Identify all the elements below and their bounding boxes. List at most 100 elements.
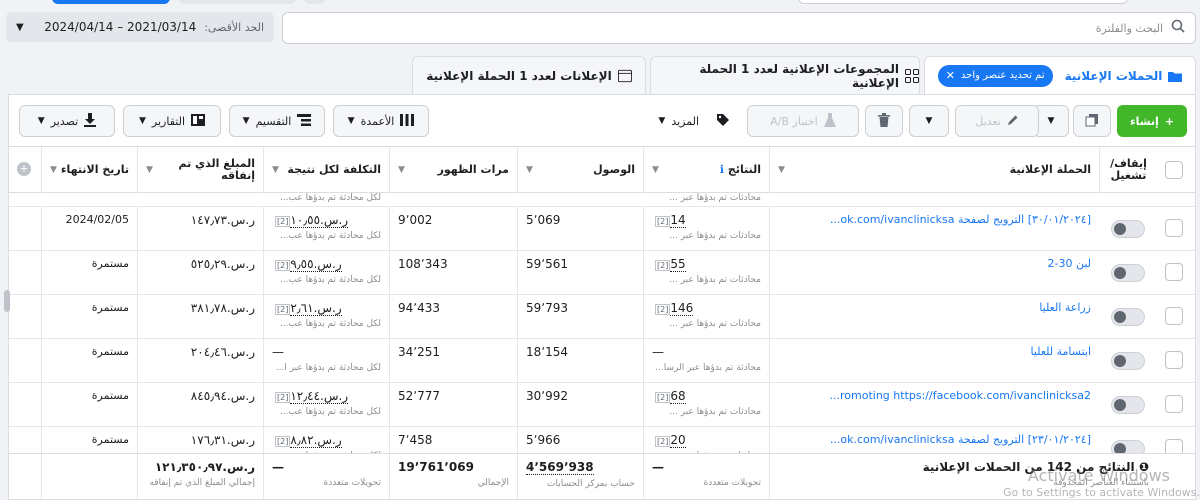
- tag-button[interactable]: [703, 105, 743, 137]
- edit-menu-button[interactable]: ▼: [909, 105, 949, 137]
- cost-cell: [2] ر.س.١٠٫٥٥ لكل محادثة تم بدؤها عب...: [263, 207, 389, 251]
- attribution-badge: [2]: [275, 216, 291, 227]
- horizontal-scrollbar-thumb[interactable]: [4, 290, 10, 312]
- campaign-cell[interactable]: لبن 30-2: [769, 251, 1099, 295]
- edit-button[interactable]: تعديل: [955, 105, 1039, 137]
- column-header-toggle-label: إيقاف/ تشغيل: [1110, 157, 1147, 182]
- table-row[interactable]: ابتسامة للعليا — محادثة تم بدؤها عبر الرسا…: [9, 339, 1195, 383]
- campaign-toggle[interactable]: [1111, 396, 1145, 414]
- table-row[interactable]: romoting https://facebook.com/ivanclinic…: [9, 383, 1195, 427]
- select-all-checkbox[interactable]: [1165, 161, 1183, 179]
- campaign-cell[interactable]: ابتسامة للعليا: [769, 339, 1099, 383]
- spent-value: ر.س.٢٠٤٫٤٦: [190, 345, 255, 359]
- reach-cell: 5٬069: [517, 207, 643, 251]
- create-label: إنشاء: [1129, 114, 1159, 128]
- sort-icon: ▼: [526, 165, 533, 175]
- campaign-name-link[interactable]: ابتسامة للعليا: [778, 345, 1092, 358]
- campaign-name-link[interactable]: لبن 30-2: [778, 257, 1091, 270]
- selection-chip[interactable]: تم تحديد عنصر واحد ✕: [937, 64, 1053, 87]
- search-icon: [1171, 19, 1185, 37]
- ab-test-button[interactable]: اختبار A/B: [747, 105, 859, 137]
- campaign-cell[interactable]: romoting https://facebook.com/ivanclinic…: [769, 383, 1099, 427]
- campaign-name-link[interactable]: [٢٣/٠١/٢٠٢٤] الترويج لصفحة ok.com/ivancl…: [778, 433, 1091, 446]
- campaign-cell[interactable]: زراعة العليا: [769, 295, 1099, 339]
- add-column-icon[interactable]: +: [17, 162, 31, 176]
- table-row[interactable]: [٣٠/٠١/٢٠٢٤] الترويج لصفحة ok.com/ivancl…: [9, 207, 1195, 251]
- campaign-name-link[interactable]: [٣٠/٠١/٢٠٢٤] الترويج لصفحة ok.com/ivancl…: [778, 213, 1091, 226]
- campaign-name-link[interactable]: romoting https://facebook.com/ivanclinic…: [778, 389, 1092, 402]
- campaign-toggle[interactable]: [1111, 220, 1145, 238]
- reports-label: التقارير: [151, 114, 186, 128]
- close-icon[interactable]: ✕: [946, 69, 955, 82]
- campaign-cell[interactable]: [٣٠/٠١/٢٠٢٤] الترويج لصفحة ok.com/ivancl…: [769, 207, 1099, 251]
- date-range-picker[interactable]: الحد الأقصى: 2024/04/14 – 2021/03/14 ▼: [6, 12, 274, 42]
- column-header-toggle[interactable]: إيقاف/ تشغيل: [1099, 147, 1157, 193]
- columns-label: الأعمدة: [360, 114, 395, 128]
- top-strip-button[interactable]: [304, 0, 326, 4]
- top-strip-button[interactable]: [178, 0, 296, 4]
- windows-watermark: Activate Windows: [1027, 466, 1170, 485]
- column-header-end-date[interactable]: تاريخ الانتهاء ▼: [41, 147, 137, 193]
- table-row[interactable]: زراعة العليا [2] 146 محادثات تم بدؤها عبر .…: [9, 295, 1195, 339]
- cost-subtext: لكل محادثة تم بدؤها عب...: [279, 231, 381, 241]
- duplicate-button[interactable]: [1073, 105, 1111, 137]
- more-label: المزيد: [671, 114, 699, 128]
- export-button[interactable]: تصدير ▼: [19, 105, 115, 137]
- level-tabs: الحملات الإعلانية تم تحديد عنصر واحد ✕ ا…: [0, 56, 1200, 94]
- sort-icon: ▼: [398, 165, 405, 175]
- column-header-reach[interactable]: الوصول ▼: [517, 147, 643, 193]
- duplicate-icon: [1085, 113, 1099, 130]
- tab-adsets[interactable]: المجموعات الإعلانية لعدد 1 الحملة الإعلا…: [650, 56, 920, 94]
- cost-value: ر.س.٢٫٦١: [290, 301, 342, 316]
- cost-value: ر.س.١٠٫٥٥: [290, 213, 349, 228]
- row-checkbox[interactable]: [1165, 351, 1183, 369]
- row-checkbox[interactable]: [1165, 263, 1183, 281]
- column-header-cost-label: التكلفة لكل نتيجة: [287, 163, 381, 176]
- cost-cell: [2] ر.س.١٢٫٤٤ لكل محادثة تم بدؤها عب...: [263, 383, 389, 427]
- row-checkbox[interactable]: [1165, 307, 1183, 325]
- tab-ads[interactable]: الإعلانات لعدد 1 الحملة الإعلانية: [412, 56, 646, 94]
- search-input[interactable]: البحث والفلترة: [282, 12, 1196, 44]
- reach-value: 59٬561: [526, 257, 568, 271]
- campaign-name-link[interactable]: زراعة العليا: [778, 301, 1091, 314]
- column-header-campaign[interactable]: الحملة الإعلانية ▼: [769, 147, 1099, 193]
- breakdown-button[interactable]: التقسيم ▼: [229, 105, 325, 137]
- toolbar: + إنشاء ▼ تعديل ▼ اختبار A/B المزيد ▼ ال…: [8, 94, 1196, 146]
- campaign-toggle[interactable]: [1111, 352, 1145, 370]
- impressions-value: 34٬251: [398, 345, 440, 359]
- results-subtext: محادثات تم بدؤها عبر ...: [669, 193, 761, 203]
- table-row-partial: محادثات تم بدؤها عبر ... لكل محادثة تم ب…: [9, 193, 1195, 207]
- footer-results-value: —: [652, 460, 664, 474]
- top-strip-field[interactable]: [798, 0, 1128, 4]
- sort-icon: ▼: [272, 165, 279, 175]
- table-row[interactable]: لبن 30-2 [2] 55 محادثات تم بدؤها عبر ... 59٬…: [9, 251, 1195, 295]
- campaign-toggle[interactable]: [1111, 264, 1145, 282]
- results-cell: [2] 55 محادثات تم بدؤها عبر ...: [643, 251, 769, 295]
- impressions-value: 7٬458: [398, 433, 433, 447]
- results-value: —: [652, 345, 664, 359]
- tab-campaigns[interactable]: الحملات الإعلانية تم تحديد عنصر واحد ✕: [924, 56, 1196, 94]
- column-header-results[interactable]: النتائج ℹ ▼: [643, 147, 769, 193]
- reports-button[interactable]: التقارير ▼: [123, 105, 221, 137]
- footer-reach: 4٬569٬938 حساب بمركز الحسابات: [517, 454, 643, 499]
- campaign-toggle[interactable]: [1111, 308, 1145, 326]
- columns-button[interactable]: الأعمدة ▼: [333, 105, 429, 137]
- top-strip-button[interactable]: [52, 0, 170, 4]
- column-header-cost[interactable]: التكلفة لكل نتيجة ▼: [263, 147, 389, 193]
- reach-value: 30٬992: [526, 389, 568, 403]
- row-checkbox[interactable]: [1165, 395, 1183, 413]
- column-header-impressions-label: مرات الظهور: [437, 163, 509, 176]
- more-menu[interactable]: المزيد ▼: [633, 105, 699, 137]
- footer-results: — تحويلات متعددة: [643, 454, 769, 499]
- reach-cell: 30٬992: [517, 383, 643, 427]
- delete-button[interactable]: [865, 105, 903, 137]
- spent-cell: ر.س.٢٠٤٫٤٦: [137, 339, 263, 383]
- column-header-impressions[interactable]: مرات الظهور ▼: [389, 147, 517, 193]
- cost-subtext: لكل محادثة تم بدؤها عب...: [279, 275, 381, 285]
- create-button[interactable]: + إنشاء: [1117, 105, 1187, 137]
- attribution-badge: [2]: [275, 260, 291, 271]
- download-icon: [84, 112, 97, 130]
- column-header-spent[interactable]: المبلغ الذي تم إنفاقه ▼: [137, 147, 263, 193]
- row-checkbox[interactable]: [1165, 219, 1183, 237]
- tab-adsets-label: المجموعات الإعلانية لعدد 1 الحملة الإعلا…: [699, 61, 899, 90]
